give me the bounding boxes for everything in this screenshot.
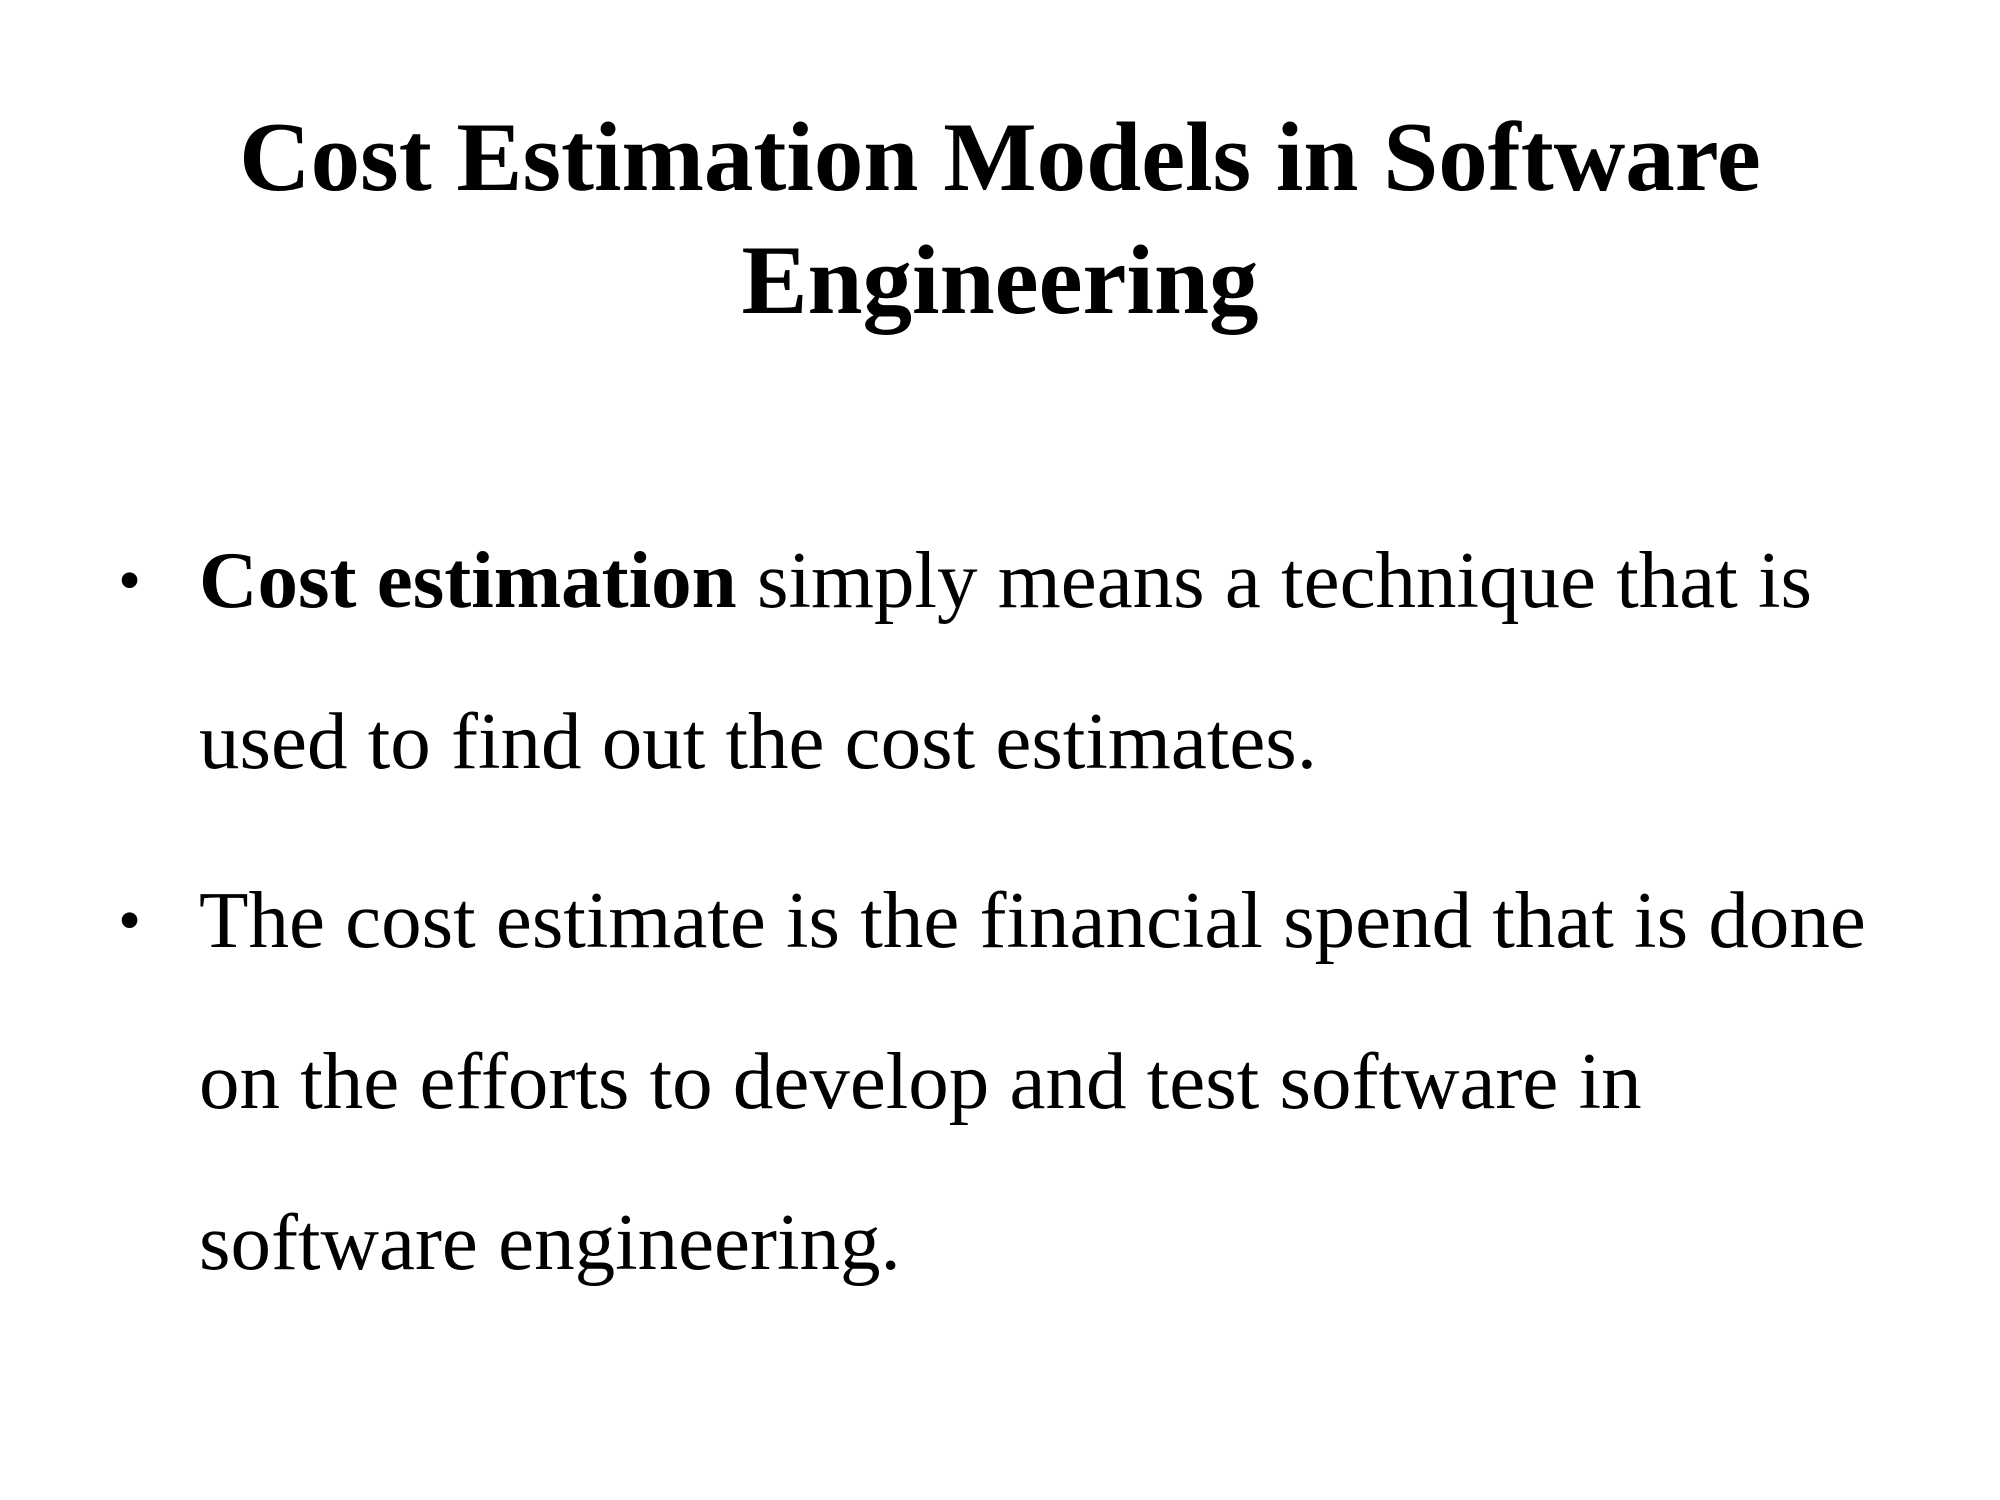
bullet-text: The cost estimate is the financial spend… — [199, 875, 1866, 1287]
bullet-icon: • — [118, 544, 142, 617]
bullet-item-cost-estimate: • The cost estimate is the financial spe… — [118, 840, 1928, 1323]
bullet-bold-term: Cost estimation — [199, 535, 737, 625]
bullet-icon: • — [118, 884, 142, 957]
bullet-list: • Cost estimation simply means a techniq… — [118, 500, 1928, 1323]
slide-title: Cost Estimation Models in Software Engin… — [239, 103, 1761, 335]
bullet-item-cost-estimation: • Cost estimation simply means a techniq… — [118, 500, 1928, 822]
slide: Cost Estimation Models in Software Engin… — [0, 0, 2000, 1500]
